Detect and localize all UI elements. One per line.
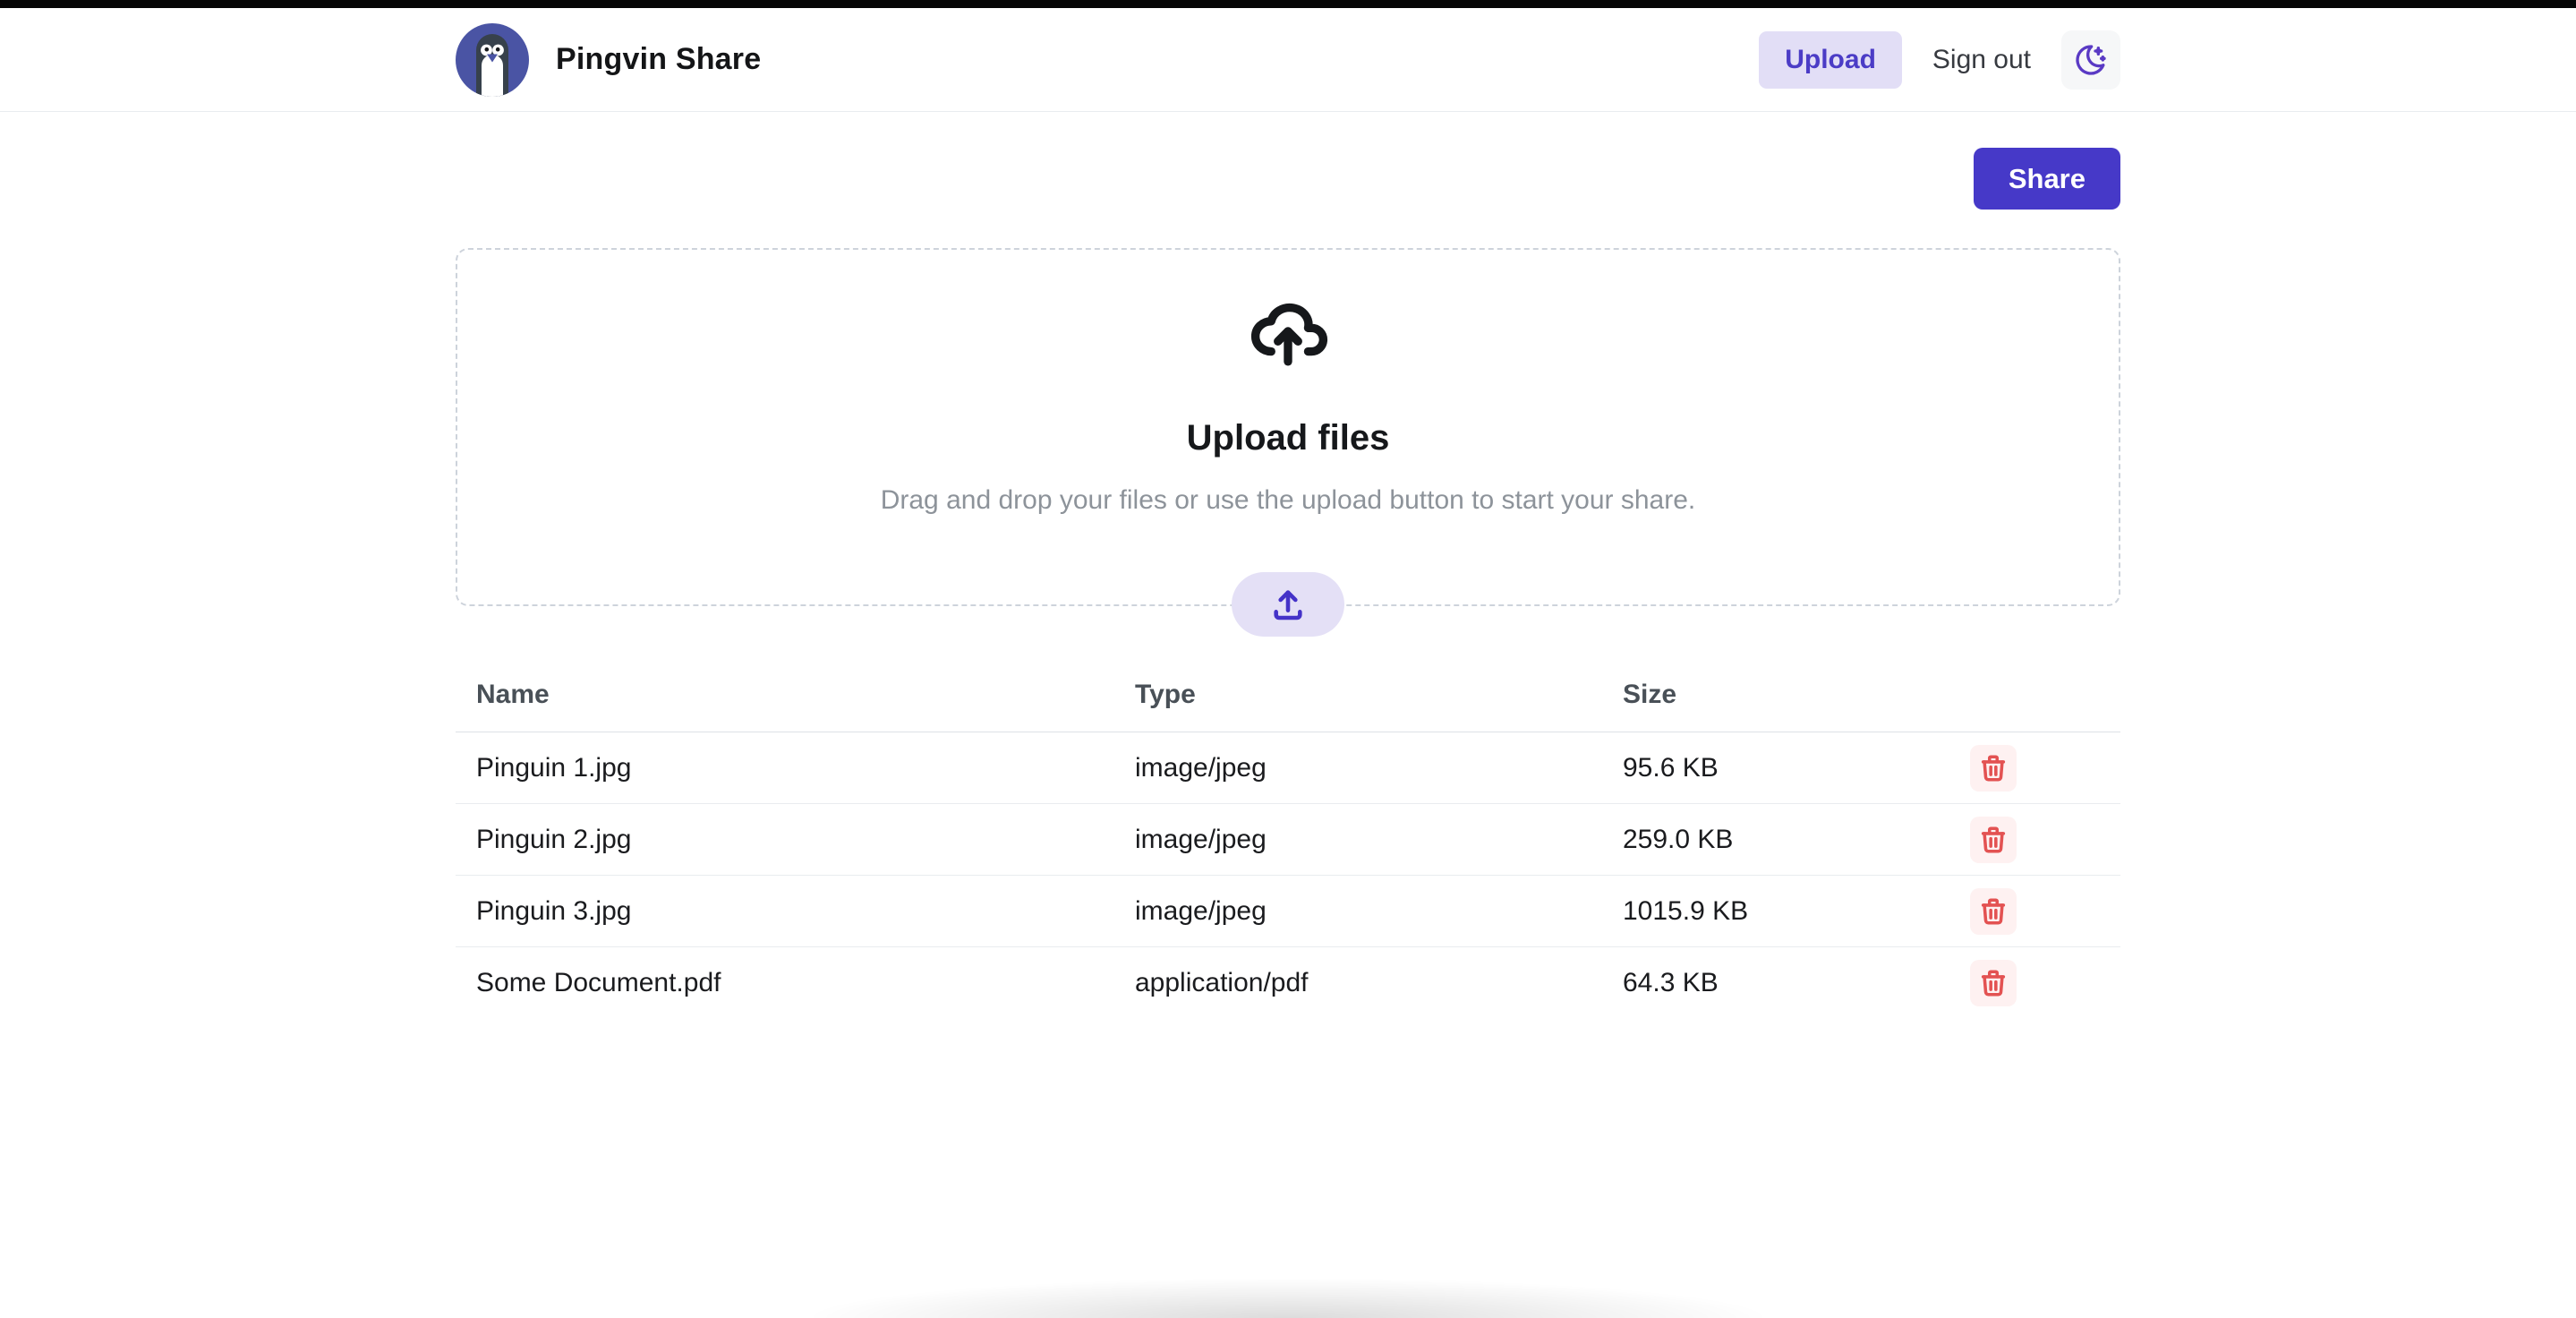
file-size: 1015.9 KB	[1602, 896, 1924, 927]
app-title: Pingvin Share	[556, 42, 761, 77]
column-header-type: Type	[1114, 680, 1602, 710]
file-size: 259.0 KB	[1602, 825, 1924, 855]
column-header-size: Size	[1602, 680, 1924, 710]
trash-icon	[1978, 753, 2009, 783]
cloud-upload-icon	[1248, 291, 1328, 372]
dropzone-subtitle: Drag and drop your files or use the uplo…	[457, 485, 2119, 516]
main-content: Share Upload files Drag and drop your fi…	[456, 148, 2120, 1019]
app-header: Pingvin Share Upload Sign out	[0, 8, 2576, 112]
nav-signout-button[interactable]: Sign out	[1932, 45, 2031, 75]
table-row: Pinguin 2.jpg image/jpeg 259.0 KB	[456, 804, 2120, 876]
moon-stars-icon	[2073, 42, 2109, 78]
column-header-name: Name	[456, 680, 1114, 710]
bottom-edge-shadow	[814, 1279, 1762, 1318]
file-type: image/jpeg	[1114, 896, 1602, 927]
trash-icon	[1978, 896, 2009, 927]
upload-icon	[1270, 586, 1306, 622]
file-size: 64.3 KB	[1602, 968, 1924, 998]
trash-icon	[1978, 825, 2009, 855]
file-name: Pinguin 1.jpg	[456, 753, 1114, 783]
upload-dropzone[interactable]: Upload files Drag and drop your files or…	[456, 248, 2120, 606]
files-table-header: Name Type Size	[456, 660, 2120, 732]
file-type: application/pdf	[1114, 968, 1602, 998]
delete-file-button[interactable]	[1970, 817, 2017, 863]
nav-upload-button[interactable]: Upload	[1759, 31, 1902, 89]
file-size: 95.6 KB	[1602, 753, 1924, 783]
delete-file-button[interactable]	[1970, 745, 2017, 792]
theme-toggle-button[interactable]	[2061, 30, 2120, 90]
files-table: Name Type Size Pinguin 1.jpg image/jpeg …	[456, 660, 2120, 1019]
brand[interactable]: Pingvin Share	[456, 23, 761, 97]
screenshot-top-bar	[0, 0, 2576, 8]
table-row: Pinguin 3.jpg image/jpeg 1015.9 KB	[456, 876, 2120, 947]
delete-file-button[interactable]	[1970, 960, 2017, 1006]
file-name: Pinguin 2.jpg	[456, 825, 1114, 855]
header-nav: Upload Sign out	[1759, 30, 2120, 90]
file-name: Pinguin 3.jpg	[456, 896, 1114, 927]
table-row: Some Document.pdf application/pdf 64.3 K…	[456, 947, 2120, 1019]
file-name: Some Document.pdf	[456, 968, 1114, 998]
file-type: image/jpeg	[1114, 825, 1602, 855]
penguin-logo-icon	[456, 23, 529, 97]
dropzone-title: Upload files	[457, 418, 2119, 458]
table-row: Pinguin 1.jpg image/jpeg 95.6 KB	[456, 732, 2120, 804]
upload-file-button[interactable]	[1232, 572, 1344, 637]
trash-icon	[1978, 968, 2009, 998]
delete-file-button[interactable]	[1970, 888, 2017, 935]
share-button[interactable]: Share	[1974, 148, 2120, 210]
file-type: image/jpeg	[1114, 753, 1602, 783]
